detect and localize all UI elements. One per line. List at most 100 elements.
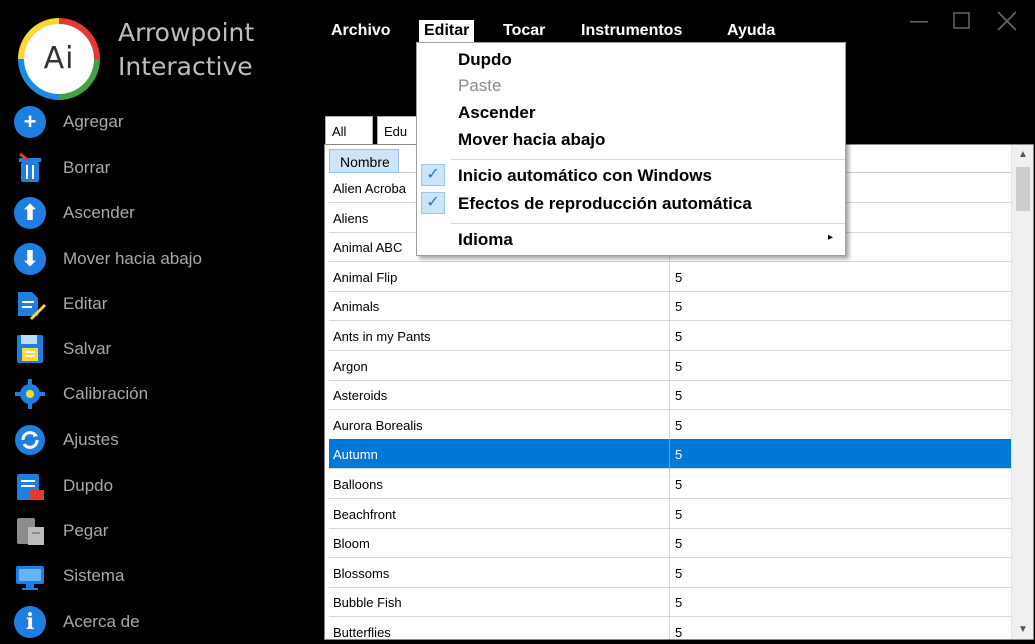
cell-value: 5 (675, 565, 683, 581)
menu-item-efectos-reproduccion[interactable]: ✓ Efectos de reproducción automática (417, 191, 845, 217)
close-button[interactable] (990, 8, 1024, 38)
menu-item-inicio-automatico[interactable]: ✓ Inicio automático con Windows (417, 163, 845, 189)
tab-all[interactable]: All (325, 116, 373, 146)
sidebar-item-ajustes[interactable]: Ajustes (0, 421, 310, 459)
cell-name: Blossoms (333, 565, 390, 581)
sidebar-item-label: Calibración (63, 384, 149, 403)
sidebar-item-label: Ajustes (63, 430, 119, 449)
menu-instrumentos[interactable]: Instrumentos (576, 20, 687, 42)
menu-item-dupdo[interactable]: Dupdo (417, 47, 845, 73)
scroll-up-icon[interactable]: ▲ (1012, 149, 1033, 160)
copy-icon (14, 470, 46, 502)
table-row[interactable]: Bubble Fish 5 (329, 587, 1011, 618)
cell-name: Autumn (333, 447, 378, 463)
maximize-button[interactable] (944, 8, 978, 38)
menu-item-label: Idioma (458, 230, 513, 249)
system-monitor-icon (14, 560, 46, 592)
menu-item-label: Ascender (458, 103, 536, 122)
scroll-thumb[interactable] (1016, 167, 1030, 211)
cell-value: 5 (675, 536, 683, 552)
menu-separator (451, 223, 845, 224)
cell-value: 5 (675, 299, 683, 315)
sidebar-item-label: Acerca de (63, 612, 140, 631)
sidebar-item-label: Salvar (63, 339, 112, 358)
cell-name: Alien Acroba (333, 181, 406, 196)
cell-name: Animals (333, 299, 380, 315)
settings-sync-icon (14, 424, 46, 456)
brand-line2: Interactive (118, 52, 253, 81)
sidebar-item-salvar[interactable]: Salvar (0, 330, 310, 368)
sidebar-item-label: Sistema (63, 566, 125, 585)
menu-item-paste: Paste (417, 73, 845, 99)
table-row[interactable]: Autumn 5 (329, 439, 1011, 470)
cell-name: Beachfront (333, 506, 396, 522)
menu-item-label: Efectos de reproducción automática (458, 194, 752, 213)
table-row[interactable]: Animals 5 (329, 291, 1011, 322)
minimize-icon (910, 21, 928, 23)
menu-item-label: Mover hacia abajo (458, 130, 606, 149)
checkmark-icon: ✓ (421, 192, 445, 214)
sidebar-item-pegar[interactable]: Pegar (0, 512, 310, 550)
logo-text: Ai (24, 24, 94, 94)
table-row[interactable]: Ants in my Pants 5 (329, 321, 1011, 351)
column-divider (669, 528, 670, 559)
cell-value: 5 (675, 506, 683, 522)
cell-name: Butterflies (333, 625, 391, 640)
menu-item-ascender[interactable]: Ascender (417, 100, 845, 126)
table-row[interactable]: Beachfront 5 (329, 498, 1011, 529)
sidebar-item-sistema[interactable]: Sistema (0, 557, 310, 595)
sidebar-item-agregar[interactable]: + Agregar (0, 103, 310, 141)
menu-archivo[interactable]: Archivo (326, 20, 396, 42)
sidebar-item-borrar[interactable]: Borrar (0, 149, 310, 187)
menu-item-idioma[interactable]: Idioma ▸ (417, 227, 845, 253)
cell-value: 5 (675, 595, 683, 611)
cell-name: Balloons (333, 477, 383, 492)
table-row[interactable]: Blossoms 5 (329, 557, 1011, 588)
sidebar-item-calibracion[interactable]: Calibración (0, 375, 310, 413)
sidebar-item-label: Ascender (63, 203, 135, 222)
cell-value: 5 (675, 477, 683, 492)
column-divider (669, 617, 670, 639)
column-divider (669, 557, 670, 588)
menu-tocar[interactable]: Tocar (498, 20, 550, 42)
cell-name: Argon (333, 358, 368, 374)
app-logo: Ai (18, 18, 100, 100)
sidebar: Ai Arrowpoint Interactive + Agregar Borr… (0, 0, 320, 644)
cell-name: Bubble Fish (333, 595, 402, 611)
brand-name: Arrowpoint Interactive (118, 16, 254, 84)
sidebar-item-ascender[interactable]: ⬆ Ascender (0, 194, 310, 232)
menu-item-mover-abajo[interactable]: Mover hacia abajo (417, 127, 845, 153)
column-divider (669, 469, 670, 499)
table-row[interactable]: Animal Flip 5 (329, 261, 1011, 292)
minimize-button[interactable] (902, 8, 936, 38)
cell-value: 5 (675, 358, 683, 374)
arrow-up-icon: ⬆ (14, 197, 46, 229)
menu-item-label: Inicio automático con Windows (458, 166, 712, 185)
sidebar-item-dupdo[interactable]: Dupdo (0, 467, 310, 505)
table-row[interactable]: Balloons 5 (329, 469, 1011, 499)
menu-editar[interactable]: Editar (419, 20, 475, 42)
table-row[interactable]: Bloom 5 (329, 528, 1011, 559)
checkmark-icon: ✓ (421, 164, 445, 186)
table-row[interactable]: Aurora Borealis 5 (329, 409, 1011, 440)
cell-value: 5 (675, 625, 683, 640)
table-row[interactable]: Butterflies 5 (329, 617, 1011, 640)
vertical-scrollbar[interactable]: ▲ ▼ (1011, 145, 1033, 639)
cell-value: 5 (675, 329, 683, 344)
column-header-nombre[interactable]: Nombre (329, 149, 399, 173)
cell-value: 5 (675, 417, 683, 433)
paste-icon (14, 515, 46, 547)
add-icon: + (14, 106, 46, 138)
sidebar-item-mover-abajo[interactable]: ⬇ Mover hacia abajo (0, 240, 310, 278)
sidebar-item-editar[interactable]: Editar (0, 285, 310, 323)
cell-name: Aurora Borealis (333, 417, 423, 433)
column-divider (669, 380, 670, 411)
table-row[interactable]: Argon 5 (329, 350, 1011, 381)
scroll-down-icon[interactable]: ▼ (1012, 624, 1033, 635)
save-icon (14, 333, 46, 365)
cell-name: Asteroids (333, 388, 388, 404)
table-row[interactable]: Asteroids 5 (329, 380, 1011, 411)
sidebar-item-acerca-de[interactable]: i Acerca de (0, 603, 310, 641)
menu-ayuda[interactable]: Ayuda (722, 20, 780, 42)
cell-name: Aliens (333, 210, 369, 226)
